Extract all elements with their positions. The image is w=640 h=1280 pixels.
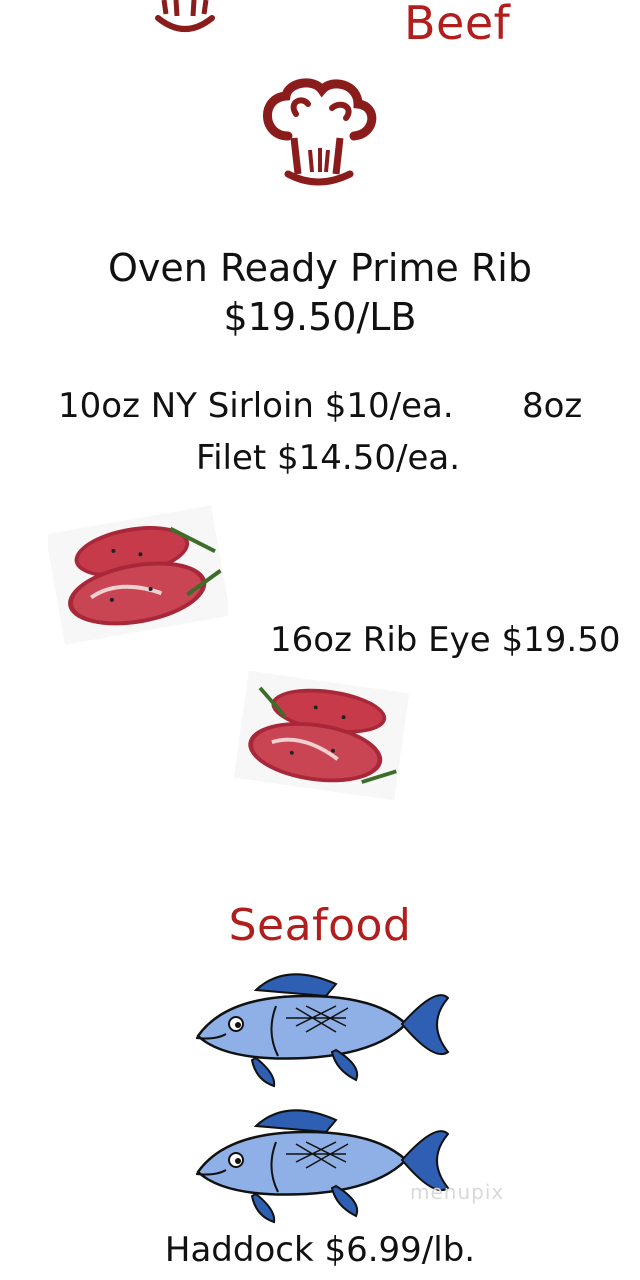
prime-rib-item: Oven Ready Prime Rib $19.50/LB bbox=[0, 244, 640, 343]
steak-image-2 bbox=[234, 670, 409, 801]
steak-image bbox=[48, 505, 228, 645]
chef-hat-icon-top bbox=[155, 0, 215, 32]
prime-rib-price: $19.50/LB bbox=[223, 295, 417, 340]
fish-icon-2 bbox=[195, 1109, 450, 1224]
seafood-section-title: Seafood bbox=[228, 900, 412, 951]
filet-size: 8oz bbox=[522, 386, 583, 426]
beef-section-title: Beef bbox=[404, 0, 511, 50]
sirloin-item: 10oz NY Sirloin $10/ea. bbox=[58, 386, 454, 426]
haddock-item: Haddock $6.99/lb. bbox=[164, 1230, 476, 1270]
watermark: menupix bbox=[410, 1180, 505, 1204]
chef-hat-icon bbox=[263, 78, 377, 186]
fish-icon bbox=[195, 973, 450, 1088]
prime-rib-name: Oven Ready Prime Rib bbox=[108, 246, 532, 290]
filet-item: Filet $14.50/ea. bbox=[196, 438, 461, 478]
ribeye-item: 16oz Rib Eye $19.50 bbox=[270, 620, 621, 660]
